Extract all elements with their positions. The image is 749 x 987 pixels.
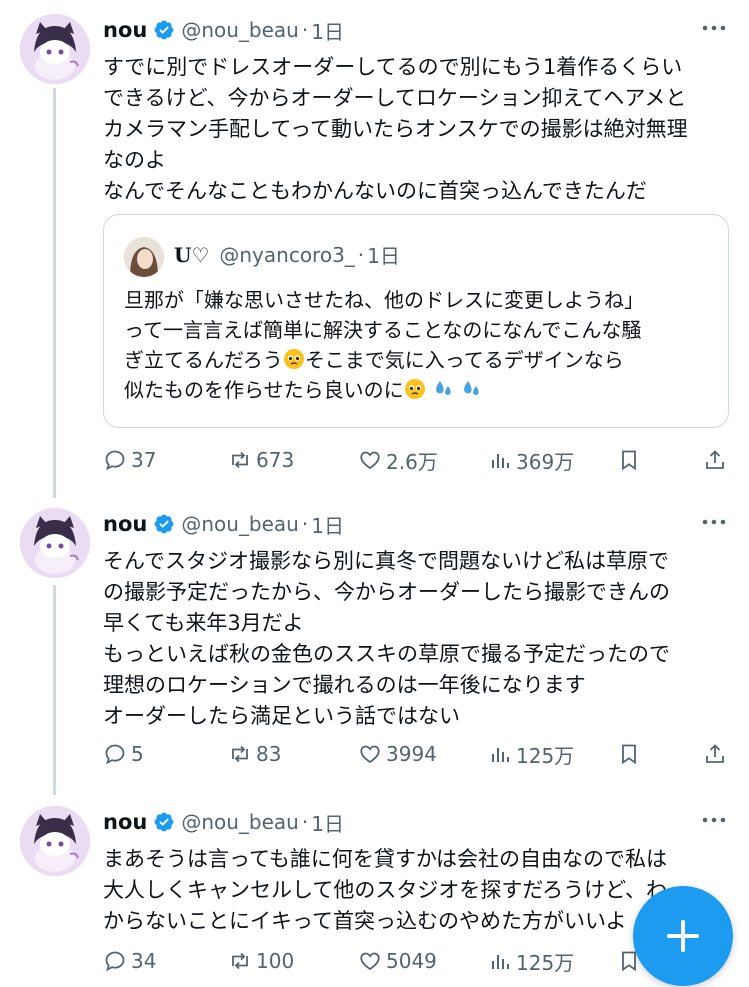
retweet-button[interactable]: 100 xyxy=(228,943,294,979)
tweet-actions: 37 673 2.6万 369万 xyxy=(103,442,729,478)
tweet[interactable]: nou @nou_beau · 1日 まあそうは言っても誰に何を貸すかは会社の自… xyxy=(0,806,749,987)
quote-text: 旦那が「嫌な思いさせたね、他のドレスに変更しようね」 って一言言えば簡単に解決す… xyxy=(124,285,714,405)
quote-avatar xyxy=(124,237,164,277)
like-button[interactable]: 3994 xyxy=(358,736,437,772)
quote-timestamp: 1日 xyxy=(367,244,400,268)
separator: · xyxy=(301,810,309,834)
reply-count: 34 xyxy=(131,949,157,973)
quoted-tweet[interactable]: U♡ @nyancoro3_ · 1日 旦那が「嫌な思いさせたね、他のドレスに変… xyxy=(103,214,729,428)
like-button[interactable]: 5049 xyxy=(358,943,437,979)
reply-icon xyxy=(105,951,125,972)
verified-badge-icon xyxy=(154,20,174,40)
heart-icon xyxy=(360,952,380,971)
bookmark-icon xyxy=(622,450,636,471)
tweet-text: そんでスタジオ撮影なら別に真冬で問題ないけど私は草原で の撮影予定だったから、今… xyxy=(103,549,670,728)
retweet-icon xyxy=(232,745,248,763)
like-button[interactable]: 2.6万 xyxy=(358,442,438,478)
like-count: 2.6万 xyxy=(386,449,438,474)
pleading-face-icon xyxy=(404,379,425,399)
views-button[interactable]: 125万 xyxy=(488,943,574,979)
avatar[interactable] xyxy=(20,806,90,876)
reply-icon xyxy=(105,450,125,471)
handle[interactable]: @nou_beau xyxy=(181,810,299,834)
tweet[interactable]: nou @nou_beau · 1日 すでに別でドレスオーダーしてるので別にもう… xyxy=(0,14,749,494)
verified-badge-icon xyxy=(154,514,174,534)
views-count: 369万 xyxy=(516,449,575,474)
compose-button[interactable] xyxy=(633,886,733,986)
handle[interactable]: @nou_beau xyxy=(181,18,299,42)
separator: · xyxy=(301,512,309,536)
avatar[interactable] xyxy=(20,14,90,84)
timestamp[interactable]: 1日 xyxy=(311,16,344,45)
like-count: 5049 xyxy=(386,949,437,973)
tweet-text: まあそうは言っても誰に何を貸すかは会社の自由なので私は 大人しくキャンセルして他… xyxy=(103,847,668,933)
tweet-actions: 5 83 3994 125万 xyxy=(103,736,729,772)
retweet-icon xyxy=(232,451,248,469)
pleading-face-icon xyxy=(283,349,304,369)
tweet[interactable]: nou @nou_beau · 1日 そんでスタジオ撮影なら別に真冬で問題ないけ… xyxy=(0,508,749,788)
timestamp[interactable]: 1日 xyxy=(311,510,344,539)
views-count: 125万 xyxy=(516,950,575,975)
handle[interactable]: @nou_beau xyxy=(181,512,299,536)
sweat-droplets-icon xyxy=(464,381,479,395)
reply-button[interactable]: 34 xyxy=(103,943,156,979)
timestamp[interactable]: 1日 xyxy=(311,808,344,837)
more-icon[interactable] xyxy=(699,808,729,832)
quote-handle: @nyancoro3_ xyxy=(219,242,355,267)
views-icon xyxy=(492,748,509,762)
quote-separator: · xyxy=(357,242,365,267)
reply-count: 37 xyxy=(131,448,157,472)
verified-badge-icon xyxy=(154,812,174,832)
reply-count: 5 xyxy=(131,742,144,766)
reply-icon xyxy=(105,744,125,765)
share-button[interactable] xyxy=(703,736,731,772)
reply-button[interactable]: 37 xyxy=(103,442,156,478)
views-icon xyxy=(492,955,509,969)
retweet-count: 673 xyxy=(256,448,295,472)
more-icon[interactable] xyxy=(699,510,729,534)
reply-button[interactable]: 5 xyxy=(103,736,144,772)
views-button[interactable]: 369万 xyxy=(488,442,574,478)
quote-display-name: U♡ xyxy=(174,242,210,267)
views-count: 125万 xyxy=(516,743,575,768)
bookmark-button[interactable] xyxy=(617,736,645,772)
share-icon xyxy=(706,450,724,469)
avatar[interactable] xyxy=(20,508,90,578)
separator: · xyxy=(301,18,309,42)
display-name[interactable]: nou xyxy=(103,512,147,536)
heart-icon xyxy=(360,745,380,764)
views-button[interactable]: 125万 xyxy=(488,736,574,772)
more-icon[interactable] xyxy=(699,16,729,40)
views-icon xyxy=(492,454,509,468)
retweet-icon xyxy=(232,952,248,970)
bookmark-button[interactable] xyxy=(617,442,645,478)
display-name[interactable]: nou xyxy=(103,810,147,834)
tweet-text: すでに別でドレスオーダーしてるので別にもう1着作るくらい できるけど、今からオー… xyxy=(103,55,688,203)
retweet-count: 100 xyxy=(256,949,295,973)
compose-plus-icon xyxy=(667,920,699,952)
like-count: 3994 xyxy=(386,742,437,766)
heart-icon xyxy=(360,451,380,470)
share-icon xyxy=(706,744,724,763)
bookmark-icon xyxy=(622,744,636,765)
share-button[interactable] xyxy=(703,442,731,478)
sweat-droplets-icon xyxy=(435,381,451,395)
retweet-button[interactable]: 673 xyxy=(228,442,294,478)
retweet-button[interactable]: 83 xyxy=(228,736,281,772)
retweet-count: 83 xyxy=(256,742,282,766)
display-name[interactable]: nou xyxy=(103,18,147,42)
